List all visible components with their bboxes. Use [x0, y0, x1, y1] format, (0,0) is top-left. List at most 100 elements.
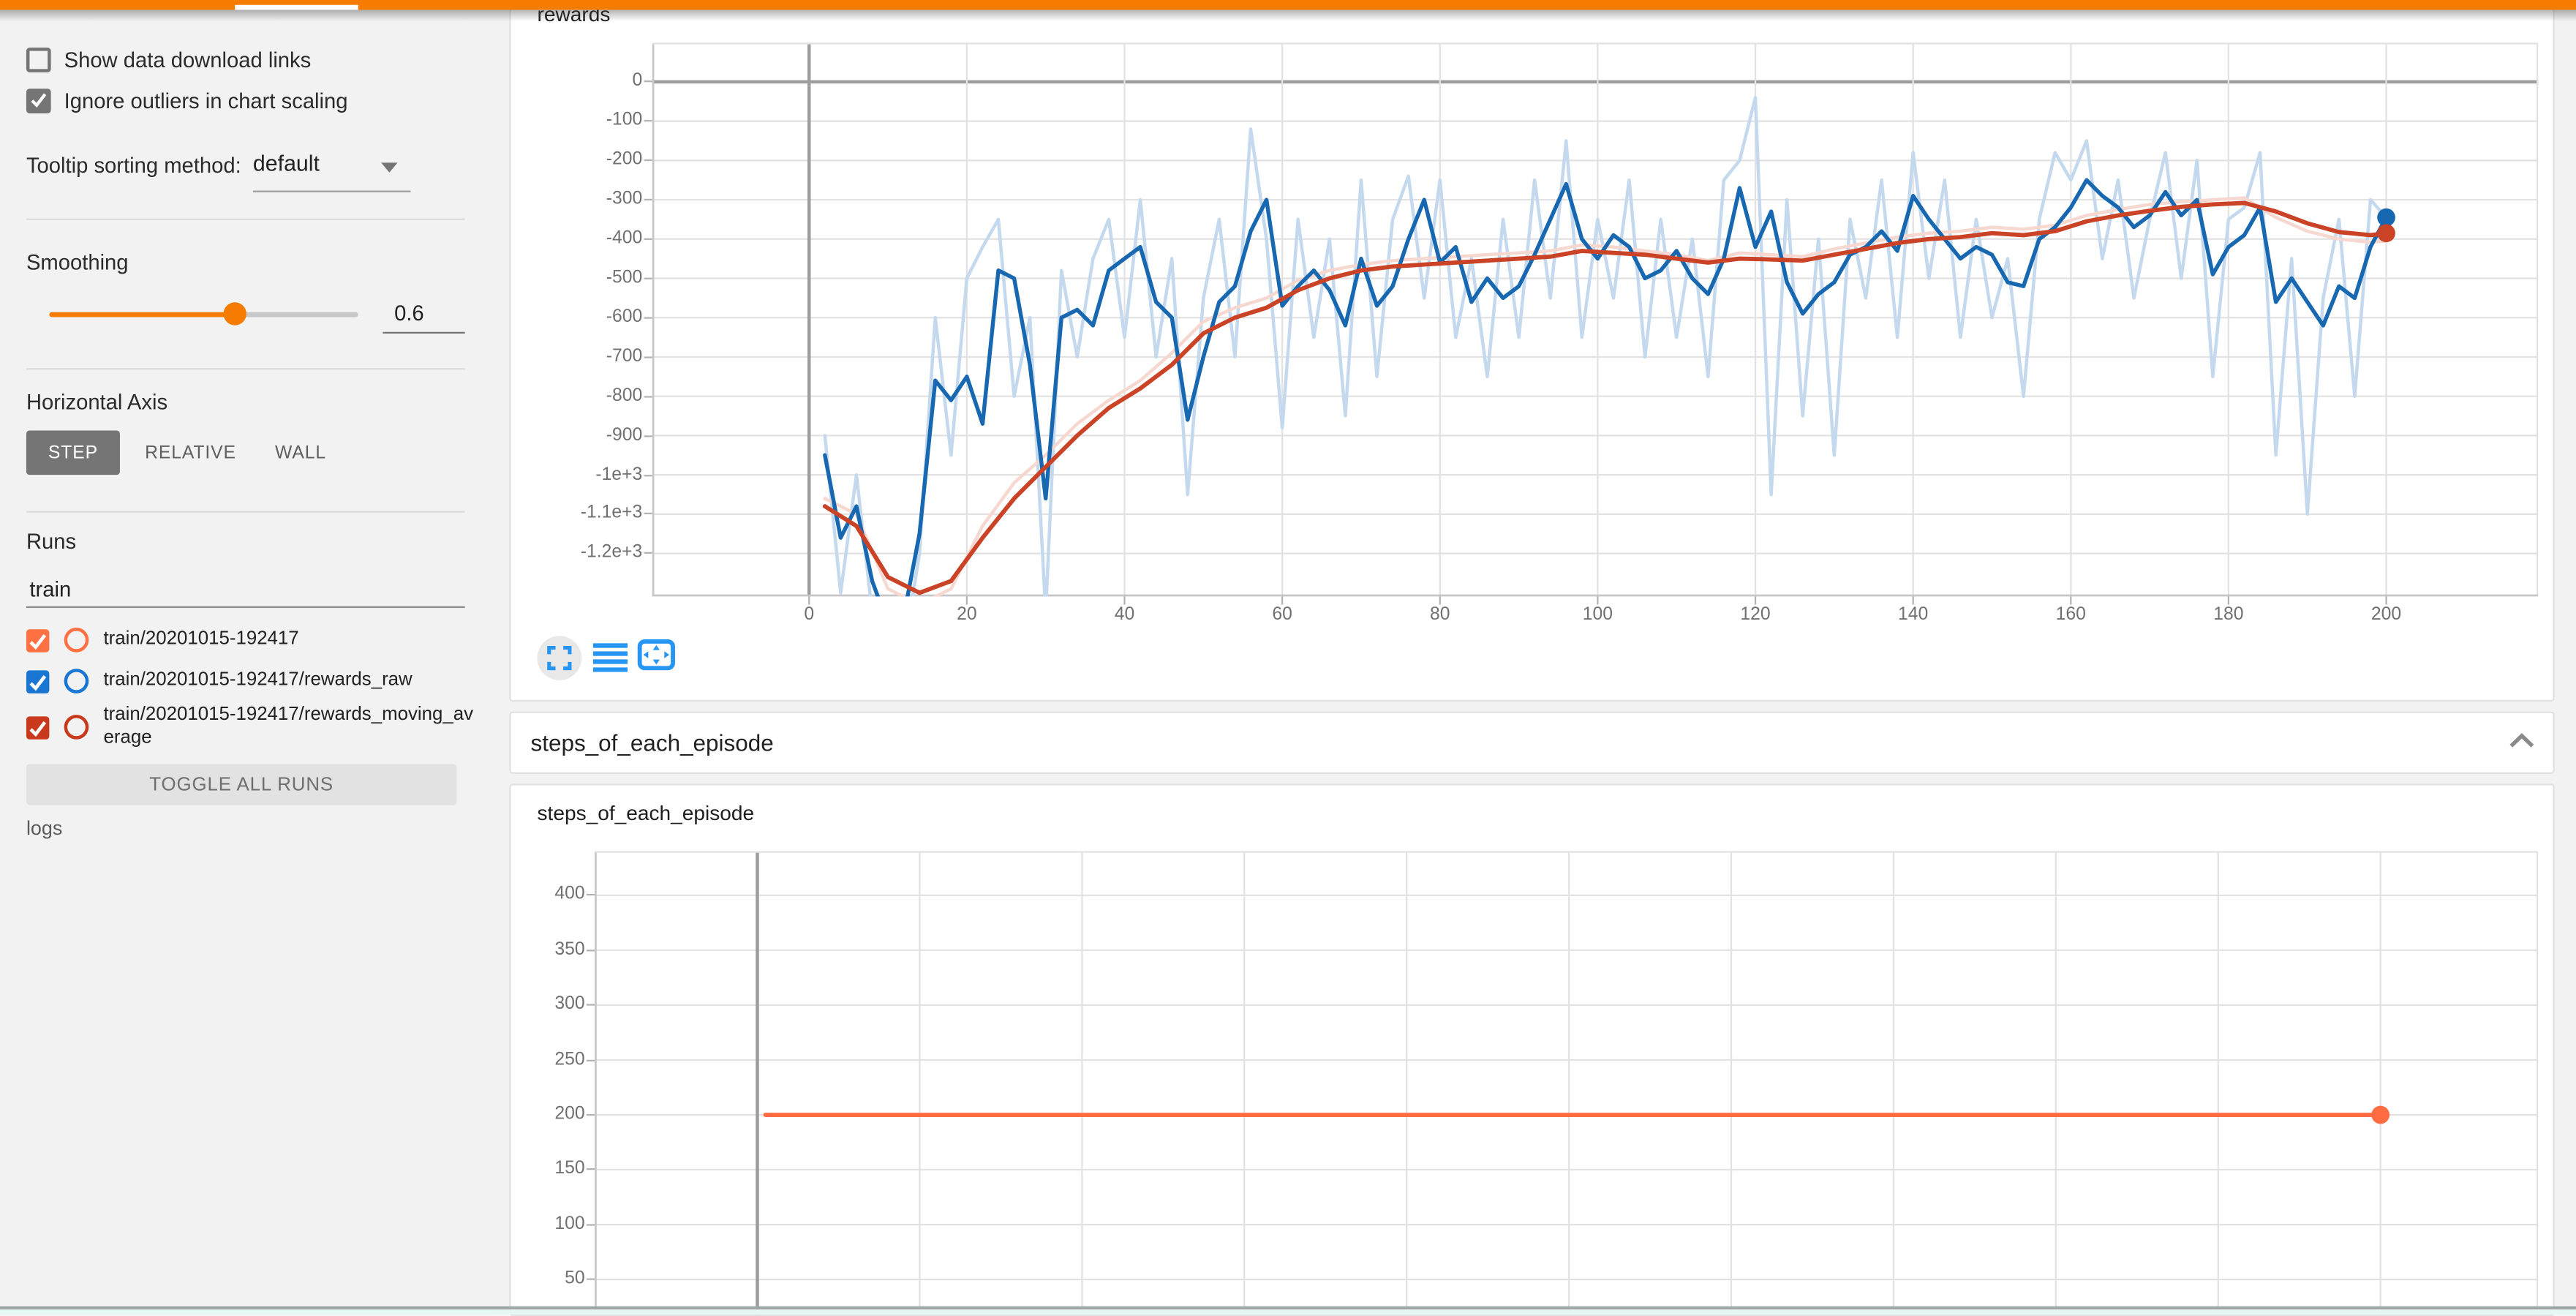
axis-tick-label: -900: [527, 425, 642, 446]
axis-tick-label: 80: [1407, 605, 1473, 626]
logs-label: logs: [26, 816, 62, 839]
axis-tick-mark: [587, 950, 595, 951]
axis-tick-mark: [2070, 596, 2071, 604]
axis-tick-mark: [1597, 596, 1598, 604]
axis-tick-mark: [587, 1114, 595, 1116]
horizontal-axis-label: Horizontal Axis: [26, 389, 167, 414]
steps-chart-plot[interactable]: [595, 851, 2538, 1315]
smoothing-label: Smoothing: [26, 249, 129, 274]
rewards-chart-svg[interactable]: [652, 42, 2539, 596]
header-shadow: [0, 10, 2576, 21]
axis-tick-mark: [587, 1279, 595, 1280]
tooltip-sorting-dropdown[interactable]: default: [253, 151, 320, 176]
axis-tick-mark: [644, 81, 652, 83]
run-row[interactable]: train/20201015-192417/rewards_moving_ave…: [26, 705, 478, 750]
axis-tick-label: -200: [527, 150, 642, 171]
axis-tick-label: 180: [2196, 605, 2261, 626]
divider: [26, 511, 465, 513]
run-color-circle-icon[interactable]: [64, 715, 89, 740]
expand-chart-button[interactable]: [537, 636, 581, 680]
sidebar: Show data download links Ignore outliers…: [0, 10, 493, 1314]
axis-tick-label: 20: [934, 605, 1000, 626]
axis-tick-label: 160: [2038, 605, 2104, 626]
fit-domain-button[interactable]: [638, 639, 676, 671]
axis-tick-mark: [644, 317, 652, 318]
run-color-circle-icon[interactable]: [64, 628, 89, 653]
chevron-up-icon: [2509, 733, 2535, 749]
collapse-section-button[interactable]: [2507, 729, 2537, 752]
axis-tick-label: -100: [527, 110, 642, 132]
toggle-all-runs-button[interactable]: TOGGLE ALL RUNS: [26, 764, 456, 805]
axis-tick-label: 60: [1249, 605, 1315, 626]
axis-tick-mark: [644, 159, 652, 161]
axis-tick-mark: [587, 1224, 595, 1225]
axis-tick-label: 100: [1564, 605, 1630, 626]
axis-tick-mark: [644, 552, 652, 554]
run-checkbox-icon[interactable]: [26, 715, 49, 738]
axis-tick-label: 0: [527, 71, 642, 92]
toggle-y-axis-button[interactable]: [593, 642, 628, 672]
show-download-links-checkbox[interactable]: Show data download links: [26, 48, 311, 72]
rewards-chart-plot[interactable]: [652, 42, 2539, 596]
axis-tick-mark: [1281, 596, 1283, 604]
axis-tick-label: -700: [527, 346, 642, 367]
axis-tick-label: -400: [527, 228, 642, 249]
axis-tick-mark: [587, 1004, 595, 1006]
steps-chart-svg[interactable]: [595, 851, 2538, 1315]
axis-tick-mark: [1913, 596, 1914, 604]
axis-tick-label: -800: [527, 386, 642, 407]
final-value-dot: [2371, 1106, 2389, 1124]
tooltip-sorting-label: Tooltip sorting method:: [26, 153, 241, 178]
series-line: [825, 180, 2387, 596]
axis-tick-label: 120: [1722, 605, 1788, 626]
run-checkbox-icon[interactable]: [26, 628, 49, 651]
axis-tick-label: -1.1e+3: [527, 503, 642, 524]
divider: [26, 368, 465, 369]
final-value-dot: [2377, 208, 2395, 227]
run-label: train/20201015-192417/rewards_raw: [104, 670, 478, 692]
axis-tick-label: 0: [776, 605, 842, 626]
axis-tick-mark: [644, 396, 652, 397]
axis-tick-label: -500: [527, 268, 642, 289]
checkbox-unchecked-icon[interactable]: [26, 48, 51, 72]
dropdown-underline: [253, 191, 411, 192]
haxis-wall-button[interactable]: WALL: [260, 430, 342, 475]
steps-section-header[interactable]: steps_of_each_episode: [509, 712, 2554, 774]
runs-filter-underline: [26, 606, 465, 608]
ignore-outliers-checkbox[interactable]: Ignore outliers in chart scaling: [26, 89, 348, 113]
fullscreen-icon: [547, 646, 572, 671]
axis-tick-mark: [2385, 596, 2387, 604]
axis-tick-label: -1e+3: [527, 465, 642, 486]
haxis-step-button[interactable]: STEP: [26, 430, 120, 475]
slider-track-filled[interactable]: [49, 312, 235, 317]
axis-tick-label: -1.2e+3: [527, 543, 642, 564]
axis-tick-label: 40: [1092, 605, 1158, 626]
smoothing-value-input[interactable]: [391, 299, 473, 327]
axis-tick-mark: [644, 514, 652, 515]
run-row[interactable]: train/20201015-192417/rewards_raw: [26, 669, 478, 693]
haxis-relative-button[interactable]: RELATIVE: [135, 430, 246, 475]
smoothing-slider-handle[interactable]: [223, 302, 246, 325]
run-checkbox-icon[interactable]: [26, 669, 49, 692]
active-tab-indicator: [235, 5, 358, 10]
axis-tick-mark: [1439, 596, 1441, 604]
run-row[interactable]: train/20201015-192417: [26, 628, 478, 653]
run-label: train/20201015-192417: [104, 629, 478, 651]
chevron-down-icon[interactable]: [381, 162, 397, 172]
axis-tick-label: 200: [2354, 605, 2419, 626]
axis-tick-mark: [808, 596, 810, 604]
horizontal-lines-icon: [593, 642, 628, 672]
run-color-circle-icon[interactable]: [64, 669, 89, 693]
tensorboard-scalars-page: Show data download links Ignore outliers…: [0, 0, 2576, 1315]
runs-label: Runs: [26, 529, 76, 554]
runs-filter-input[interactable]: [26, 575, 460, 603]
axis-tick-mark: [2228, 596, 2229, 604]
slider-track-empty[interactable]: [235, 312, 358, 317]
axis-tick-mark: [644, 277, 652, 279]
axis-tick-mark: [587, 1059, 595, 1061]
checkbox-checked-icon[interactable]: [26, 89, 51, 113]
run-label: train/20201015-192417/rewards_moving_ave…: [104, 705, 478, 750]
section-title: steps_of_each_episode: [531, 729, 774, 756]
axis-tick-label: -600: [527, 307, 642, 328]
axis-tick-mark: [644, 199, 652, 200]
